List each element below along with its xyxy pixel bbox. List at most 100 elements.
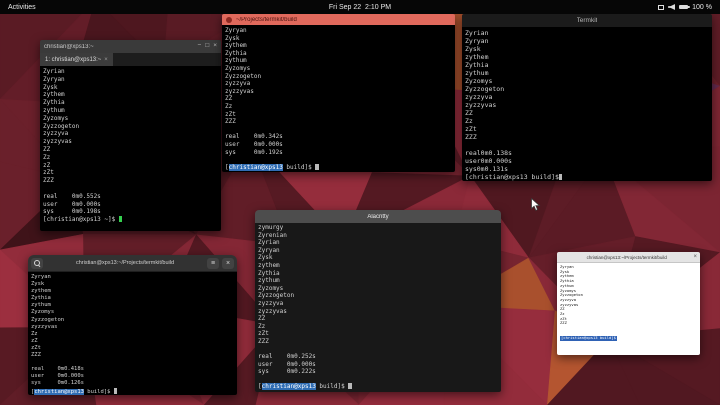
top-bar: Activities Fri Sep 22 2:10 PM 100 % [0,0,720,14]
terminal-line: Zz [43,154,218,162]
terminal-output[interactable]: ZyryanZyskzythemZythiazythumZyzomysZyzzo… [28,272,237,395]
terminal-line: ZZZ [43,177,218,185]
battery-icon [679,5,688,10]
terminal-line: zZ [43,162,218,170]
titlebar[interactable]: christian@xps13:~ − □ × [40,40,221,53]
terminal-line: ZZZ [258,338,498,346]
terminal-line: zZt [465,125,709,133]
terminal-output[interactable]: ZyrianZyryanZyskzythemZythiazythumZyzomy… [462,27,712,181]
maximize-icon[interactable]: □ [205,43,209,50]
text-cursor [348,383,352,389]
close-icon[interactable]: × [693,254,697,260]
terminal-line: sys 0m0.192s [225,149,452,157]
shell-prompt-highlighted: [christian@xps13 build]$ [560,336,617,341]
terminal-line: zythum [43,107,218,115]
terminal-line: Zz [258,323,498,331]
terminal-line: sys 0m0.222s [258,368,498,376]
window-title: ~/Projects/termkit/build [236,17,297,23]
prompt-user-highlight: christian@xps13 [229,164,283,171]
terminal-line: user0m0.000s [465,157,709,165]
text-cursor [119,216,123,222]
terminal-line: Zythia [465,61,709,69]
terminal-line: zythum [31,302,234,309]
menu-icon: ≡ [211,260,215,267]
terminal-line: zyzzyvas [31,324,234,331]
terminal-line: Zyryan [31,274,234,281]
titlebar[interactable]: Termkit [462,14,712,27]
terminal-line: zyzzyva [43,130,218,138]
shell-prompt: [christian@xps13 build]$ [225,164,452,172]
window-title: christian@xps13:~/Projects/termkit/build [46,260,204,266]
search-button[interactable] [31,258,43,269]
terminal-line: Zyzzogeton [258,292,498,300]
activities-button[interactable]: Activities [8,4,36,11]
window-title: Termkit [577,17,598,24]
window-title: christian@xps13:~/Projects/termkit/build [560,255,693,260]
tab-terminal-1[interactable]: 1: christian@xps13:~ × [40,53,113,66]
blank-line [225,126,452,134]
terminal-line: Zyrian [43,68,218,76]
network-icon [658,5,664,10]
system-tray[interactable]: 100 % [658,4,712,11]
terminal-line: ZZ [225,95,452,103]
terminal-line: zyzzyvas [258,308,498,316]
window-xterm-build: ~/Projects/termkit/build ZyryanZyskzythe… [222,14,455,172]
window-terminal-tabbed: christian@xps13:~ − □ × 1: christian@xps… [40,40,221,231]
blank-line [258,346,498,354]
terminal-line: Zysk [43,84,218,92]
terminal-line: zythem [465,53,709,61]
terminal-line: ZZZ [31,352,234,359]
terminal-line: Zythia [225,50,452,58]
terminal-line: zZt [258,330,498,338]
terminal-line: Zythia [43,99,218,107]
terminal-line: zZt [225,111,452,119]
terminal-line: zymurgy [258,224,498,232]
app-icon [226,17,232,23]
terminal-line: real 0m0.342s [225,133,452,141]
terminal-line: Zysk [225,35,452,43]
window-title: Alacritty [367,214,388,220]
terminal-line: zyzzyvas [225,88,452,96]
terminal-line: Zyryan [43,76,218,84]
menu-button[interactable]: ≡ [207,258,219,269]
terminal-line: ZZ [465,109,709,117]
headerbar[interactable]: christian@xps13:~/Projects/termkit/build… [28,255,237,272]
close-icon[interactable]: × [213,43,217,50]
terminal-line: zythum [258,277,498,285]
blank-line [31,359,234,366]
blank-line [225,156,452,164]
terminal-output[interactable]: ZyryanZyskzythemZythiazythumZyzomysZyzzo… [557,263,700,355]
minimize-icon[interactable]: − [197,43,201,50]
terminal-line: Zyzzogeton [465,85,709,93]
close-button[interactable]: × [222,258,234,269]
clock[interactable]: Fri Sep 22 2:10 PM [329,4,391,11]
blank-line [465,141,709,149]
shell-prompt: [christian@xps13 build]$ [31,388,234,396]
close-icon: × [226,260,230,267]
text-cursor [114,388,118,394]
terminal-line: Zyzomys [465,77,709,85]
titlebar[interactable]: ~/Projects/termkit/build [222,14,455,25]
text-cursor [315,164,319,170]
blank-line [258,376,498,384]
terminal-line: Zyzzogeton [225,73,452,81]
tab-close-icon[interactable]: × [104,57,108,63]
terminal-line: Zz [465,117,709,125]
terminal-line: ZZ [258,315,498,323]
terminal-line: zythem [31,288,234,295]
terminal-line: ZZ [43,146,218,154]
titlebar[interactable]: christian@xps13:~/Projects/termkit/build… [557,252,700,263]
terminal-line: Zysk [31,281,234,288]
titlebar[interactable]: Alacritty [255,210,501,223]
terminal-line: sys 0m0.198s [43,208,218,216]
terminal-output[interactable]: ZyrianZyryanZyskzythemZythiazythumZyzomy… [40,66,221,231]
terminal-line: real 0m0.418s [31,366,234,373]
window-termkit: Termkit ZyrianZyryanZyskzythemZythiazyth… [462,14,712,181]
terminal-line: Zyrian [258,239,498,247]
terminal-line: sys 0m0.126s [31,380,234,387]
terminal-output[interactable]: zymurgyZyrenianZyrianZyryanZyskzythemZyt… [255,223,501,392]
terminal-output[interactable]: ZyryanZyskzythemZythiazythumZyzomysZyzzo… [222,25,455,172]
terminal-line: Zyryan [465,37,709,45]
search-icon [34,260,40,266]
terminal-line: zythem [258,262,498,270]
